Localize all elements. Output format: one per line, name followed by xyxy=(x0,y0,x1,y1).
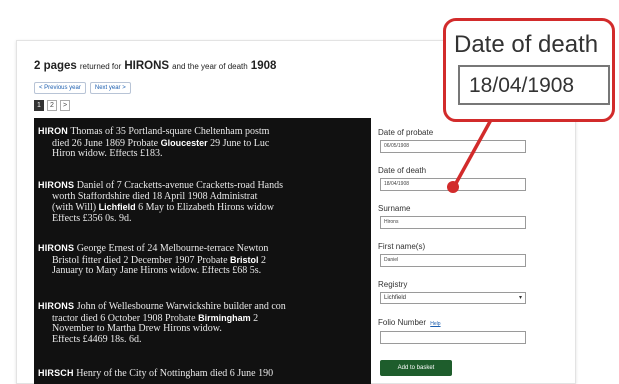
calendar-entry: HIRSCH Henry of the City of Nottingham d… xyxy=(38,368,371,380)
previous-year-button[interactable]: < Previous year xyxy=(34,82,86,94)
year-navigation: < Previous year Next year > xyxy=(34,82,131,94)
surname-field[interactable]: Hirons xyxy=(380,216,526,229)
folio-number-label: Folio Number Help xyxy=(378,318,441,327)
page: 2 pages returned for HIRONS and the year… xyxy=(0,0,619,384)
folio-number-field[interactable] xyxy=(380,331,526,344)
date-of-death-label: Date of death xyxy=(378,166,427,175)
entry-text: Hiron widow. Effects £183. xyxy=(52,149,163,160)
entry-text: (with Will) xyxy=(52,202,97,214)
entry-surname: HIRON xyxy=(38,126,68,136)
page-1-button[interactable]: 1 xyxy=(34,100,44,111)
date-of-death-callout: Date of death 18/04/1908 xyxy=(443,18,615,122)
entry-text: George Ernest of 24 Melbourne-terrace Ne… xyxy=(76,243,269,254)
results-count: 2 pages xyxy=(34,60,77,72)
entry-text: Bristol fitter died 2 December 1907 Prob… xyxy=(52,254,228,266)
entry-surname: HIRONS xyxy=(38,180,75,190)
entry-text: Effects £4469 18s. 6d. xyxy=(52,334,142,345)
add-to-basket-button[interactable]: Add to basket xyxy=(380,360,452,376)
entry-text: Henry of the City of Nottingham died 6 J… xyxy=(76,368,274,379)
entry-surname: HIRSCH xyxy=(38,368,74,378)
folio-number-label-text: Folio Number xyxy=(378,318,427,327)
surname-label: Surname xyxy=(378,204,411,213)
results-and-year: and the year of death xyxy=(172,62,248,71)
results-returned-for: returned for xyxy=(79,62,122,71)
next-year-button[interactable]: Next year > xyxy=(89,82,131,94)
entry-text: 29 June to Luc xyxy=(210,137,270,149)
calendar-scan-image: HIRON Thomas of 35 Portland-square Chelt… xyxy=(34,118,371,384)
calendar-entry: HIRONS Daniel of 7 Cracketts-avenue Crac… xyxy=(38,180,371,224)
callout-title: Date of death xyxy=(454,31,599,58)
results-surname: HIRONS xyxy=(124,60,170,72)
entry-text: Effects £356 0s. 9d. xyxy=(52,213,132,224)
entry-text: January to Mary Jane Hirons widow. Effec… xyxy=(52,266,262,277)
chevron-down-icon: ▾ xyxy=(518,295,522,301)
entry-text: Daniel of 7 Cracketts-avenue Cracketts-r… xyxy=(76,180,284,191)
entry-registry: Bristol xyxy=(230,254,259,265)
pagination: 1 2 > xyxy=(34,100,70,111)
date-of-probate-field[interactable]: 06/05/1908 xyxy=(380,140,526,153)
results-year: 1908 xyxy=(250,60,277,72)
results-summary: 2 pages returned for HIRONS and the year… xyxy=(34,60,276,72)
calendar-entry: HIRONS John of Wellesbourne Warwickshire… xyxy=(38,301,371,345)
date-of-death-field[interactable]: 18/04/1908 xyxy=(380,178,526,191)
registry-label: Registry xyxy=(378,280,408,289)
entry-surname: HIRONS xyxy=(38,301,75,311)
page-2-button[interactable]: 2 xyxy=(47,100,57,111)
entry-text: 6 May to Elizabeth Hirons widow xyxy=(138,202,274,214)
entry-text: 2 xyxy=(261,254,267,266)
entry-text: November to Martha Drew Hirons widow. xyxy=(52,324,222,335)
registry-select[interactable]: Lichfield ▾ xyxy=(380,292,526,304)
folio-help-link[interactable]: Help xyxy=(430,321,440,327)
first-names-label: First name(s) xyxy=(378,242,426,251)
date-of-probate-label: Date of probate xyxy=(378,128,434,137)
entry-text: 2 xyxy=(253,312,259,324)
calendar-entry: HIRONS George Ernest of 24 Melbourne-ter… xyxy=(38,243,371,277)
callout-value: 18/04/1908 xyxy=(469,74,575,97)
registry-selected-value: Lichfield xyxy=(384,295,407,301)
entry-text: worth Staffordshire died 18 April 1908 A… xyxy=(52,191,258,202)
entry-text: John of Wellesbourne Warwickshire builde… xyxy=(76,301,286,312)
next-page-button[interactable]: > xyxy=(60,100,70,111)
entry-registry: Gloucester xyxy=(160,137,208,148)
entry-text: tractor died 6 October 1908 Probate xyxy=(52,312,196,324)
entry-registry: Birmingham xyxy=(198,312,251,323)
entry-surname: HIRONS xyxy=(38,243,75,253)
entry-text: died 26 June 1869 Probate xyxy=(52,137,159,149)
entry-text: Thomas of 35 Portland-square Cheltenham … xyxy=(70,126,270,137)
first-names-field[interactable]: Daniel xyxy=(380,254,526,267)
entry-registry: Lichfield xyxy=(98,202,136,213)
callout-value-box: 18/04/1908 xyxy=(458,65,610,105)
calendar-entry: HIRON Thomas of 35 Portland-square Chelt… xyxy=(38,126,371,160)
